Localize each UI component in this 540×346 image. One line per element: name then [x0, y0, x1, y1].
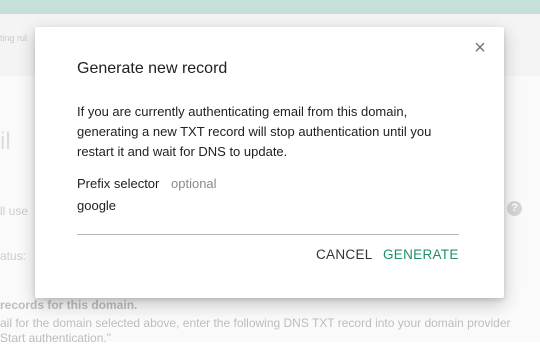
background-records-heading: records for this domain.: [0, 298, 138, 312]
dialog-message-line: generating a new TXT record will stop au…: [77, 124, 432, 139]
dialog-message-line: If you are currently authenticating emai…: [77, 104, 408, 119]
prefix-selector-label: Prefix selector: [77, 176, 160, 191]
background-status-label: atus:: [0, 249, 27, 263]
close-icon[interactable]: ×: [470, 38, 490, 58]
help-icon[interactable]: ?: [507, 201, 522, 216]
generate-record-dialog: × Generate new record If you are current…: [35, 27, 504, 298]
generate-button[interactable]: GENERATE: [383, 245, 459, 265]
background-use-text: ll use: [0, 204, 29, 218]
dialog-message: If you are currently authenticating emai…: [77, 102, 477, 162]
cancel-button[interactable]: CANCEL: [316, 245, 373, 265]
top-strip: [0, 0, 540, 14]
background-heading: il: [0, 128, 11, 155]
background-breadcrumb: ting rul: [0, 33, 28, 43]
dialog-message-line: restart it and wait for DNS to update.: [77, 144, 288, 159]
background-description-line: Start authentication.": [0, 331, 111, 345]
prefix-selector-input[interactable]: [77, 196, 459, 235]
prefix-selector-value[interactable]: google: [77, 198, 116, 213]
prefix-optional-hint: optional: [171, 176, 217, 191]
background-description-line: ail for the domain selected above, enter…: [0, 316, 511, 330]
dialog-title: Generate new record: [77, 60, 228, 77]
